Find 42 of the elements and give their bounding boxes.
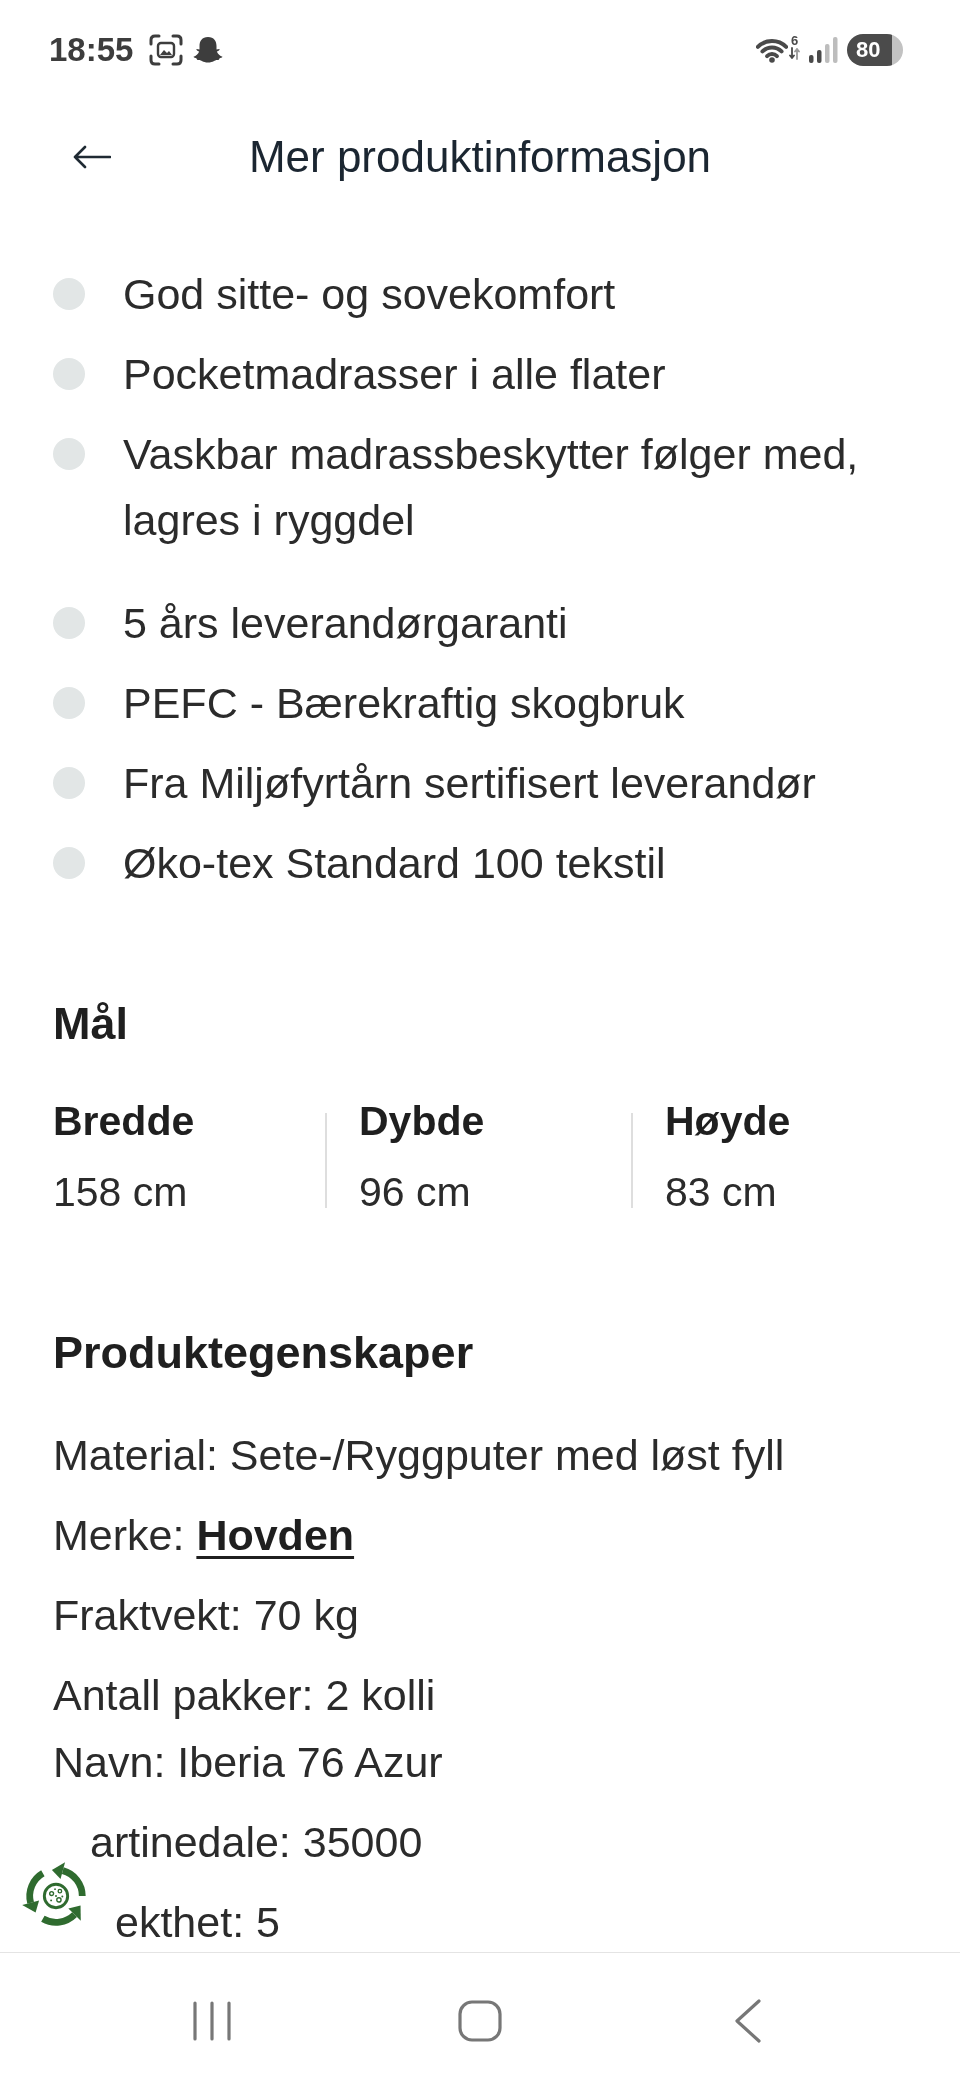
status-time: 18:55: [49, 31, 134, 69]
property-line: Navn: Iberia 76 Azur: [53, 1738, 443, 1786]
bullet-icon: [53, 687, 85, 719]
section-heading: Mål: [53, 997, 129, 1051]
bullet-icon: [53, 847, 85, 879]
feature-text: 5 års leverandørgaranti: [123, 598, 568, 649]
feature-text: Pocketmadrasser i alle flater: [123, 349, 666, 400]
property-line: Merke: Hovden: [53, 1511, 355, 1559]
dimension-label: Bredde: [53, 1097, 195, 1146]
page-title: Mer produktinformasjon: [248, 130, 712, 183]
feature-text: God sitte- og sovekomfort: [123, 269, 616, 320]
feature-text: Fra Miljøfyrtårn sertifisert leverandør: [123, 758, 816, 809]
section-heading: Produktegenskaper: [53, 1326, 475, 1380]
home-icon[interactable]: [458, 1999, 502, 2042]
feature-text: PEFC - Bærekraftig skogbruk: [123, 678, 685, 729]
recent-apps-icon[interactable]: [193, 2000, 231, 2041]
wifi-icon: [756, 37, 788, 63]
bullet-icon: [53, 358, 85, 390]
brand-link[interactable]: Hovden: [196, 1511, 355, 1559]
bullet-icon: [53, 278, 85, 310]
battery-indicator: 80: [847, 34, 903, 66]
dimension-value: 96 cm: [359, 1168, 471, 1217]
bullet-icon: [53, 438, 85, 470]
feature-text: Øko-tex Standard 100 tekstil: [123, 838, 666, 889]
dimension-label: Dybde: [359, 1097, 485, 1146]
back-arrow-icon: [73, 144, 111, 169]
property-line: Fraktvekt: 70 kg: [53, 1591, 359, 1639]
feature-text: Vaskbar madrassbeskytter følger med, lagres i ryggdel: [123, 429, 860, 546]
dimension-value: 83 cm: [665, 1168, 777, 1217]
signal-icon: [808, 37, 838, 63]
image-frame-icon: [149, 34, 184, 66]
dimension-label: Høyde: [665, 1097, 791, 1146]
bullet-icon: [53, 767, 85, 799]
back-icon[interactable]: [735, 1998, 761, 2043]
property-line: Material: Sete-/Ryggputer med løst fyll: [53, 1431, 785, 1479]
dimension-value: 158 cm: [53, 1168, 188, 1217]
property-line: Antall pakker: 2 kolli: [53, 1671, 436, 1719]
data-arrows-icon: [789, 47, 800, 60]
property-line: artinedale: 35000: [90, 1818, 423, 1866]
property-line: ekthet: 5: [115, 1898, 280, 1946]
wifi-standard-label: 6: [790, 34, 799, 47]
bullet-icon: [53, 607, 85, 639]
